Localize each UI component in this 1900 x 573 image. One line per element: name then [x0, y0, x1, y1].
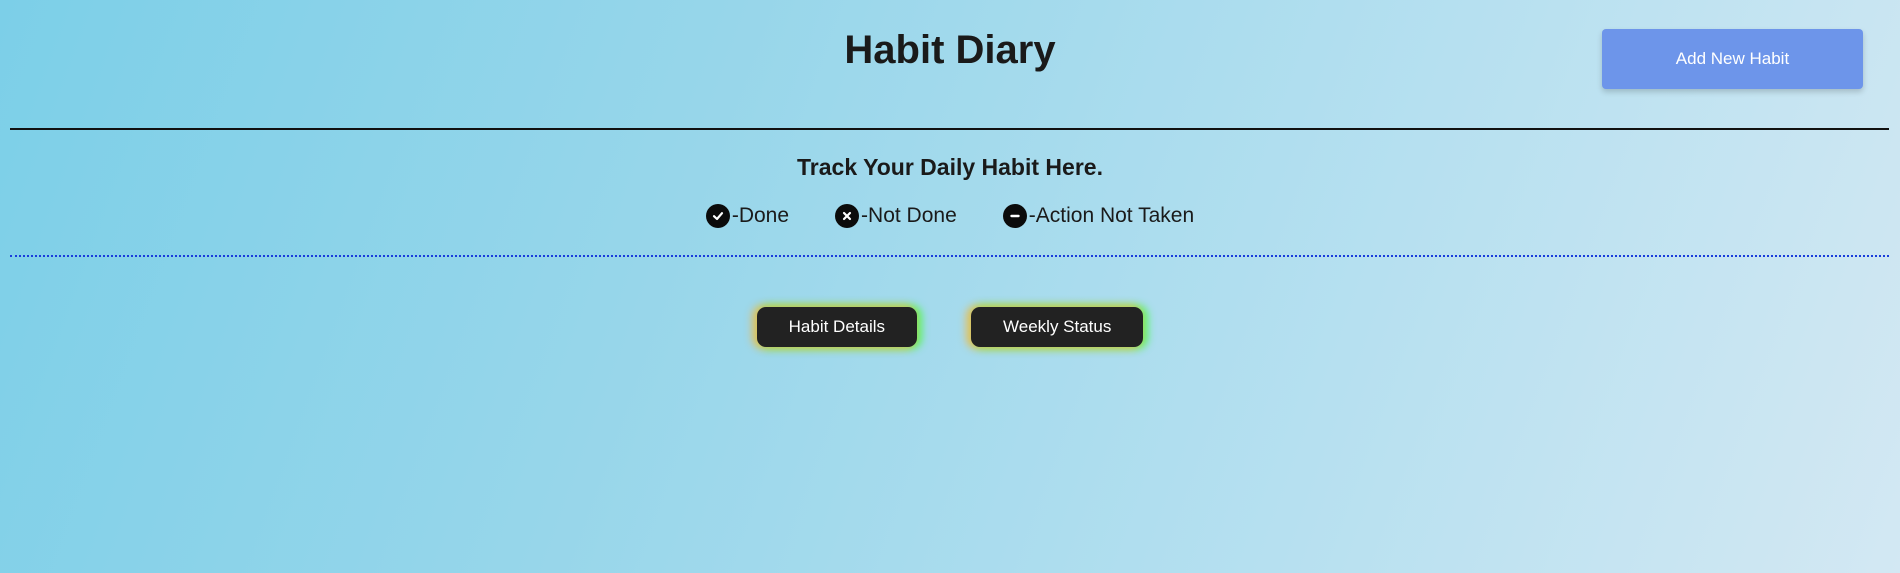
check-circle-icon — [705, 204, 730, 228]
x-circle-icon — [835, 204, 860, 228]
status-legend: -Done -Not Done -Action Not Taken — [0, 204, 1900, 228]
header-divider — [10, 128, 1889, 130]
legend-label-not-done: -Not Done — [861, 204, 957, 227]
legend-item-done: -Done — [705, 204, 790, 228]
legend-item-action-not-taken: -Action Not Taken — [1002, 204, 1195, 228]
view-buttons: Habit Details Weekly Status — [0, 307, 1900, 347]
weekly-status-button[interactable]: Weekly Status — [971, 307, 1144, 347]
add-new-habit-button[interactable]: Add New Habit — [1602, 29, 1863, 89]
page-subtitle: Track Your Daily Habit Here. — [797, 154, 1103, 180]
legend-item-not-done: -Not Done — [835, 204, 957, 228]
legend-label-done: -Done — [731, 204, 790, 227]
legend-divider — [10, 255, 1889, 257]
legend-label-action-not-taken: -Action Not Taken — [1028, 204, 1195, 227]
habit-details-button[interactable]: Habit Details — [756, 307, 918, 347]
minus-circle-icon — [1002, 204, 1027, 228]
